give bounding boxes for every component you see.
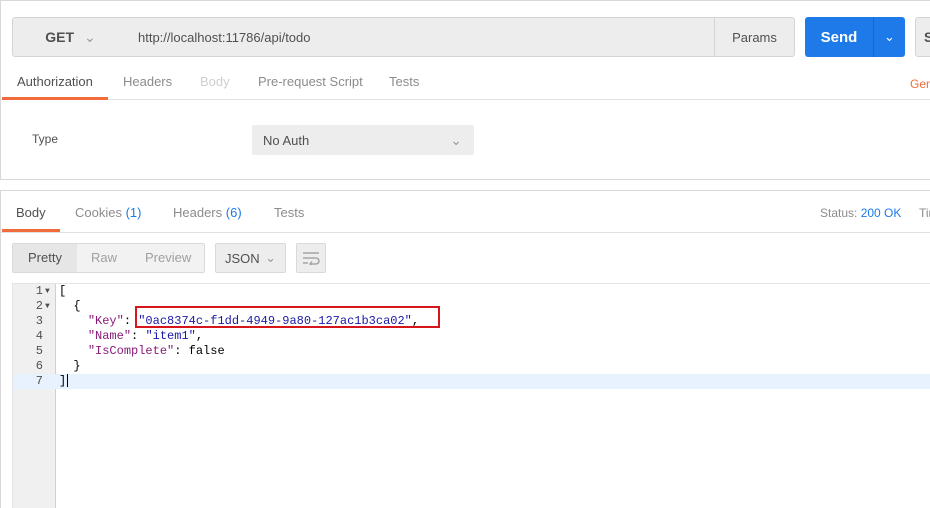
- tab-response-headers[interactable]: Headers (6): [173, 191, 242, 233]
- headers-count: (6): [225, 205, 242, 220]
- response-time-label: Tir: [919, 206, 930, 220]
- format-select[interactable]: JSON ⌄: [215, 243, 286, 273]
- line-number: 5: [35, 344, 43, 358]
- line-number: 1: [35, 284, 43, 298]
- method-label: GET: [45, 29, 75, 45]
- json-key: "Name": [87, 329, 132, 343]
- line-number: 3: [35, 314, 43, 328]
- send-button[interactable]: Send ⌄: [805, 17, 905, 57]
- tab-cookies[interactable]: Cookies (1): [75, 191, 141, 233]
- wrap-lines-button[interactable]: [296, 243, 326, 273]
- chevron-down-icon: ⌄: [265, 250, 276, 265]
- json-boolean-value: false: [188, 344, 225, 358]
- response-status: Status: 200 OK: [820, 191, 901, 233]
- line-number: 6: [35, 359, 43, 373]
- auth-type-select[interactable]: No Auth ⌄: [252, 125, 474, 155]
- json-string-value: "item1": [145, 329, 196, 343]
- request-panel: GET ⌄ http://localhost:11786/api/todo Pa…: [0, 0, 930, 180]
- tab-pre-request-script[interactable]: Pre-request Script: [258, 63, 363, 100]
- fold-arrow-icon[interactable]: ▼: [45, 299, 50, 314]
- code-text: }: [59, 359, 81, 373]
- line-number: 4: [35, 329, 43, 343]
- tab-response-body[interactable]: Body: [16, 191, 46, 233]
- code-text: ]: [59, 374, 69, 389]
- active-response-tab-indicator: [2, 229, 60, 232]
- method-select[interactable]: GET ⌄: [12, 17, 129, 57]
- fold-arrow-icon[interactable]: ▼: [45, 284, 50, 299]
- tab-tests[interactable]: Tests: [389, 63, 419, 100]
- code-text: {: [59, 299, 81, 313]
- tab-headers[interactable]: Headers: [123, 63, 172, 100]
- code-line-active: 7 ]: [13, 374, 930, 389]
- auth-type-label: Type: [32, 132, 59, 146]
- headers-label: Headers: [173, 205, 223, 220]
- params-button[interactable]: Params: [714, 17, 795, 57]
- send-options-chevron-icon[interactable]: ⌄: [874, 17, 905, 57]
- send-label[interactable]: Send: [805, 17, 873, 57]
- line-number: 7: [35, 374, 43, 388]
- code-line: 4 "Name": "item1",: [13, 329, 930, 344]
- json-key: "IsComplete": [87, 344, 175, 358]
- format-value: JSON: [225, 250, 260, 266]
- response-panel: Body Cookies (1) Headers (6) Tests Statu…: [0, 190, 930, 508]
- code-text: "IsComplete": false: [87, 344, 225, 358]
- closing-bracket: ]: [59, 374, 67, 388]
- request-tabs: Authorization Headers Body Pre-request S…: [1, 63, 930, 100]
- cookies-label: Cookies: [75, 205, 122, 220]
- code-line: 6 }: [13, 359, 930, 374]
- response-tabs: Body Cookies (1) Headers (6) Tests Statu…: [1, 191, 930, 233]
- code-text: "Name": "item1",: [87, 329, 204, 343]
- status-value: 200 OK: [860, 206, 902, 220]
- preview-button[interactable]: Preview: [145, 244, 191, 272]
- generate-code-link[interactable]: Gen: [910, 63, 930, 100]
- status-label: Status:: [820, 206, 858, 220]
- chevron-down-icon: ⌄: [84, 28, 96, 45]
- raw-button[interactable]: Raw: [91, 244, 117, 272]
- view-mode-group: Pretty Raw Preview: [12, 243, 205, 273]
- active-tab-indicator: [2, 97, 108, 100]
- json-key: "Key": [87, 314, 124, 328]
- highlight-annotation-box: [135, 306, 440, 328]
- cookies-count: (1): [125, 205, 142, 220]
- code-line: 1 ▼ [: [13, 284, 930, 299]
- tab-authorization[interactable]: Authorization: [17, 63, 93, 100]
- auth-type-value: No Auth: [263, 132, 310, 148]
- tab-response-tests[interactable]: Tests: [274, 191, 304, 233]
- save-button[interactable]: S: [915, 17, 930, 57]
- chevron-down-icon: ⌄: [450, 131, 462, 148]
- text-cursor: [67, 374, 69, 388]
- tab-body[interactable]: Body: [200, 63, 230, 100]
- code-text: [: [59, 284, 67, 298]
- wrap-lines-icon: [303, 252, 320, 265]
- code-line: 5 "IsComplete": false: [13, 344, 930, 359]
- url-input[interactable]: http://localhost:11786/api/todo: [128, 17, 715, 57]
- line-number: 2: [35, 299, 43, 313]
- pretty-button[interactable]: Pretty: [13, 244, 77, 272]
